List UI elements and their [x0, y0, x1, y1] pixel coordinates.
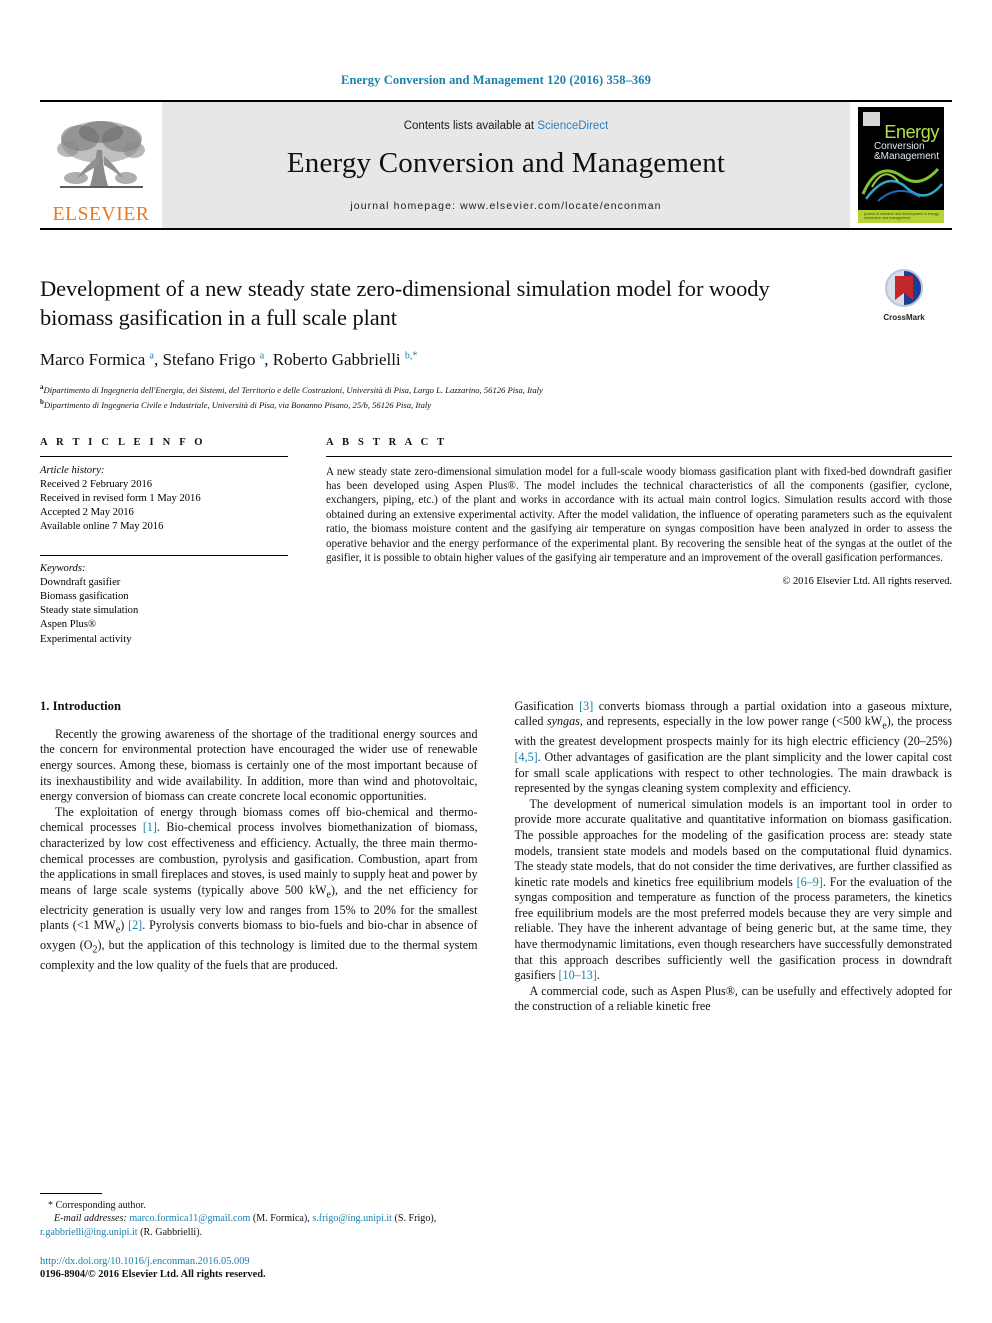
copyright-line: © 2016 Elsevier Ltd. All rights reserved… — [782, 576, 953, 588]
elsevier-wordmark: ELSEVIER — [52, 203, 150, 225]
divider — [326, 455, 952, 457]
crossmark-icon — [885, 269, 923, 307]
cover-title-main: Energy — [884, 122, 939, 142]
cover-badge-icon — [863, 112, 880, 126]
corresponding-author-note: * Corresponding author. — [40, 1199, 477, 1212]
contents-available-line: Contents lists available at ScienceDirec… — [404, 120, 609, 132]
article-history-block: Article history: Received 2 February 201… — [40, 464, 288, 535]
journal-band: Contents lists available at ScienceDirec… — [162, 102, 850, 228]
author-affiliation-marker: a — [259, 350, 265, 362]
citation-ref[interactable]: [2] — [128, 918, 142, 932]
article-history-label: Article history: — [40, 464, 105, 476]
author-affiliation-marker[interactable]: b,* — [405, 350, 418, 361]
doi-link[interactable]: http://dx.doi.org/10.1016/j.enconman.201… — [40, 1255, 477, 1268]
journal-cover-thumbnail: Energy Conversion &Management journal of… — [850, 102, 952, 228]
elsevier-tree-icon — [56, 120, 145, 188]
keyword-item: Experimental activity — [40, 633, 132, 645]
author-affiliation-marker: a — [149, 350, 154, 362]
history-item: Received in revised form 1 May 2016 — [40, 492, 201, 504]
crossmark-badge[interactable]: CrossMark — [856, 269, 952, 322]
citation-ref[interactable]: [10–13] — [559, 968, 597, 982]
abstract-column: A B S T R A C T A new steady state zero-… — [326, 437, 952, 647]
email-link-frigo[interactable]: s.frigo@ing.unipi.it — [312, 1213, 392, 1224]
citation-ref[interactable]: [1] — [143, 820, 157, 834]
keyword-item: Biomass gasification — [40, 590, 129, 602]
email-addresses-note: E-mail addresses: marco.formica11@gmail.… — [40, 1213, 437, 1238]
cover-swirl-graphic — [861, 167, 943, 202]
keyword-item: Downdraft gasifier — [40, 576, 121, 588]
footnote-divider — [40, 1192, 102, 1194]
running-head: Energy Conversion and Management 120 (20… — [341, 73, 651, 87]
elsevier-logo: ELSEVIER — [40, 102, 162, 228]
body-column-left: 1. Introduction Recently the growing awa… — [40, 699, 478, 1015]
email-link-formica[interactable]: marco.formica11@gmail.com — [129, 1213, 250, 1224]
keywords-block: Keywords: Downdraft gasifier Biomass gas… — [40, 554, 288, 647]
article-info-column: A R T I C L E I N F O Article history: R… — [40, 437, 288, 647]
email-label: E-mail addresses: — [54, 1213, 127, 1225]
paragraph: The development of numerical simulation … — [514, 796, 953, 983]
affiliation-a: aDipartimento di Ingegneria dell'Energia… — [40, 383, 543, 395]
cover-art: Energy Conversion &Management journal of… — [858, 107, 944, 223]
issn-copyright-line: 0196-8904/© 2016 Elsevier Ltd. All right… — [40, 1269, 266, 1280]
paragraph: The exploitation of energy through bioma… — [40, 804, 478, 973]
body-columns: 1. Introduction Recently the growing awa… — [40, 699, 952, 1015]
corresponding-text: Corresponding author. — [55, 1199, 146, 1211]
abstract-text: A new steady state zero-dimensional simu… — [326, 465, 952, 564]
info-abstract-row: A R T I C L E I N F O Article history: R… — [40, 437, 952, 647]
footnote-block: * Corresponding author. E-mail addresses… — [40, 1192, 477, 1281]
divider — [40, 455, 288, 457]
history-item: Available online 7 May 2016 — [40, 521, 164, 533]
cover-strip-text: journal of research and development in e… — [864, 212, 939, 220]
citation-ref[interactable]: [3] — [579, 699, 593, 713]
contents-prefix: Contents lists available at — [403, 120, 538, 132]
paragraph: Recently the growing awareness of the sh… — [40, 726, 478, 804]
sciencedirect-link[interactable]: ScienceDirect — [537, 120, 608, 132]
body-column-right: Gasification [3] converts biomass throug… — [515, 699, 953, 1015]
paragraph: A commercial code, such as Aspen Plus®, … — [514, 983, 953, 1014]
page-title: Development of a new steady state zero-d… — [40, 276, 770, 330]
history-item: Accepted 2 May 2016 — [40, 507, 134, 519]
paper-page: Energy Conversion and Management 120 (20… — [0, 0, 992, 1323]
journal-masthead: ELSEVIER Contents lists available at Sci… — [40, 100, 952, 230]
author-list: Marco Formica a, Stefano Frigo a, Robert… — [40, 350, 418, 369]
paragraph: Gasification [3] converts biomass throug… — [514, 698, 953, 796]
doi-block: http://dx.doi.org/10.1016/j.enconman.201… — [40, 1255, 477, 1281]
affiliation-b: bDipartimento di Ingegneria Civile e Ind… — [40, 398, 432, 411]
affiliation-list: aDipartimento di Ingegneria dell'Energia… — [40, 381, 952, 412]
divider — [40, 554, 288, 556]
title-block: Development of a new steady state zero-d… — [40, 269, 952, 412]
email-link-gabbrielli[interactable]: r.gabbrielli@ing.unipi.it — [40, 1227, 138, 1238]
keywords-label: Keywords: — [40, 562, 86, 574]
citation-ref[interactable]: [6–9] — [797, 875, 823, 889]
journal-title: Energy Conversion and Management — [286, 147, 726, 179]
article-info-heading: A R T I C L E I N F O — [40, 436, 206, 448]
corresponding-marker: * — [48, 1199, 54, 1211]
abstract-heading: A B S T R A C T — [326, 436, 448, 448]
crossmark-label: CrossMark — [883, 313, 925, 322]
journal-homepage-link[interactable]: journal homepage: www.elsevier.com/locat… — [350, 200, 661, 212]
citation-ref[interactable]: [4,5] — [515, 750, 538, 764]
section-heading-introduction: 1. Introduction — [40, 698, 121, 713]
keyword-item: Steady state simulation — [40, 605, 139, 617]
keyword-item: Aspen Plus® — [40, 619, 97, 631]
history-item: Received 2 February 2016 — [40, 478, 153, 490]
